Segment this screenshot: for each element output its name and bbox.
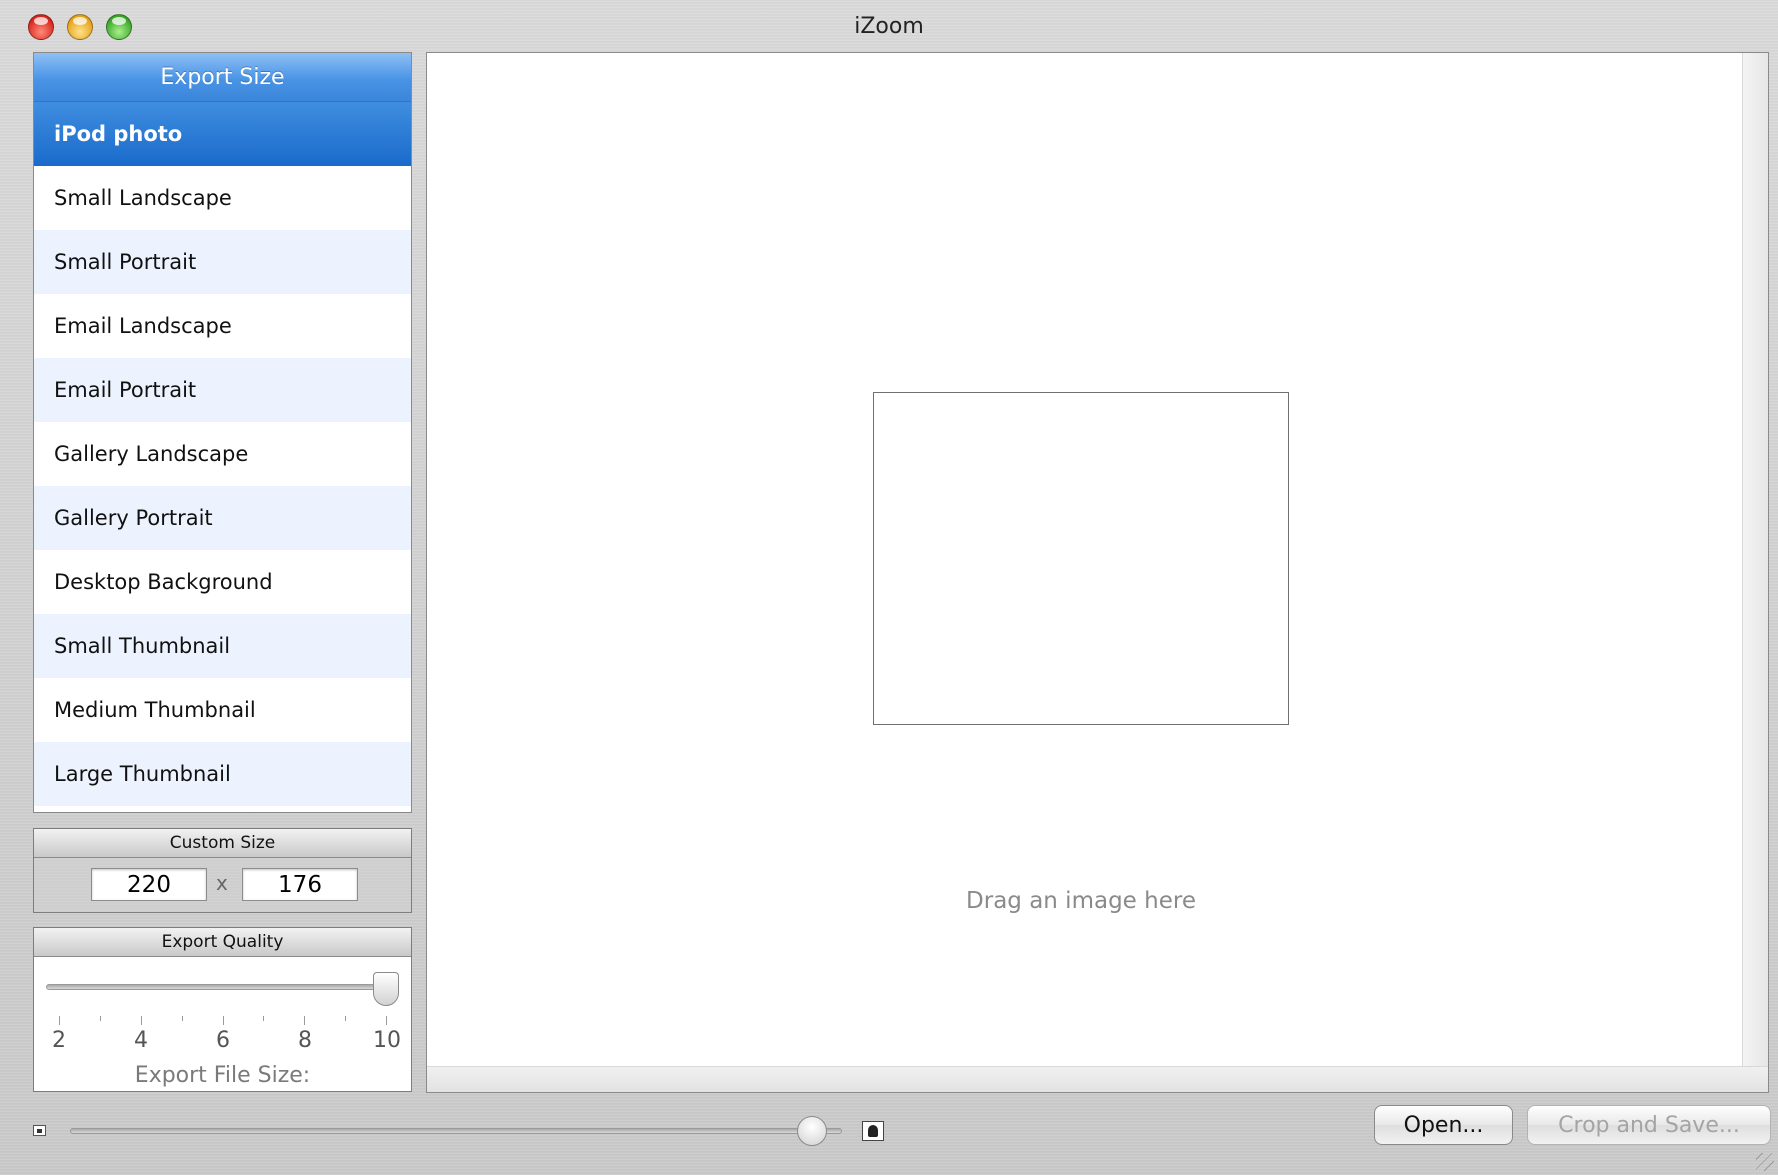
quality-tick-mark bbox=[99, 1016, 101, 1021]
quality-tick-label: 10 bbox=[373, 1028, 401, 1053]
export-quality-header: Export Quality bbox=[34, 928, 411, 957]
quality-tick-mark bbox=[263, 1016, 265, 1021]
quality-tick-label: 2 bbox=[52, 1028, 66, 1053]
image-drop-box[interactable] bbox=[873, 392, 1289, 725]
crop-and-save-button[interactable]: Crop and Save... bbox=[1527, 1105, 1771, 1145]
drop-hint-text: Drag an image here bbox=[966, 888, 1196, 914]
quality-slider-track[interactable] bbox=[46, 984, 388, 990]
quality-slider-knob[interactable] bbox=[373, 972, 399, 1006]
export-size-item[interactable]: Large Thumbnail bbox=[34, 742, 411, 806]
izoom-window: iZoom Export Size iPod photo Small Lands… bbox=[0, 0, 1778, 1175]
custom-width-field[interactable]: 220 bbox=[91, 868, 207, 901]
quality-tick-mark bbox=[345, 1016, 347, 1021]
quality-tick-mark bbox=[222, 1016, 224, 1025]
export-size-item[interactable]: iPod photo bbox=[34, 102, 411, 166]
custom-size-group: Custom Size 220 x 176 bbox=[33, 828, 412, 913]
quality-tick-label: 6 bbox=[216, 1028, 230, 1053]
custom-height-field[interactable]: 176 bbox=[242, 868, 358, 901]
zoom-slider-track[interactable] bbox=[70, 1128, 842, 1134]
quality-tick-label: 4 bbox=[134, 1028, 148, 1053]
export-file-size-label: Export File Size: bbox=[134, 1063, 311, 1088]
export-size-header[interactable]: Export Size bbox=[34, 53, 411, 102]
export-size-item[interactable]: Gallery Landscape bbox=[34, 422, 411, 486]
horizontal-scrollbar[interactable] bbox=[427, 1066, 1768, 1092]
quality-tick-mark bbox=[59, 1016, 60, 1025]
title-bar[interactable]: iZoom bbox=[0, 0, 1778, 52]
export-size-item[interactable]: Desktop Background bbox=[34, 550, 411, 614]
large-portrait-icon[interactable] bbox=[862, 1121, 884, 1141]
quality-tick-mark bbox=[140, 1016, 142, 1025]
quality-tick-label: 8 bbox=[298, 1028, 312, 1053]
open-button[interactable]: Open... bbox=[1374, 1105, 1513, 1145]
quality-tick-mark bbox=[181, 1016, 183, 1021]
export-size-item[interactable]: Medium Thumbnail bbox=[34, 678, 411, 742]
quality-tick-mark bbox=[304, 1016, 306, 1025]
size-separator: x bbox=[216, 871, 228, 895]
export-size-items: iPod photo Small Landscape Small Portrai… bbox=[34, 102, 411, 806]
small-image-icon[interactable] bbox=[33, 1125, 46, 1136]
image-canvas[interactable]: Drag an image here bbox=[426, 52, 1769, 1093]
export-size-item[interactable]: Email Portrait bbox=[34, 358, 411, 422]
export-size-item[interactable]: Email Landscape bbox=[34, 294, 411, 358]
export-size-list: Export Size iPod photo Small Landscape S… bbox=[33, 52, 412, 813]
export-size-item[interactable]: Small Landscape bbox=[34, 166, 411, 230]
export-size-item[interactable]: Small Portrait bbox=[34, 230, 411, 294]
zoom-slider-knob[interactable] bbox=[797, 1116, 828, 1146]
quality-tick-mark bbox=[386, 1016, 387, 1025]
window-title: iZoom bbox=[854, 14, 924, 39]
vertical-scrollbar[interactable] bbox=[1742, 53, 1768, 1092]
export-quality-group: Export Quality 2 4 6 8 10 Export File Si… bbox=[33, 927, 412, 1092]
export-size-item[interactable]: Gallery Portrait bbox=[34, 486, 411, 550]
resize-grip-icon[interactable] bbox=[1756, 1153, 1774, 1171]
custom-size-header: Custom Size bbox=[34, 829, 411, 858]
export-size-item[interactable]: Small Thumbnail bbox=[34, 614, 411, 678]
